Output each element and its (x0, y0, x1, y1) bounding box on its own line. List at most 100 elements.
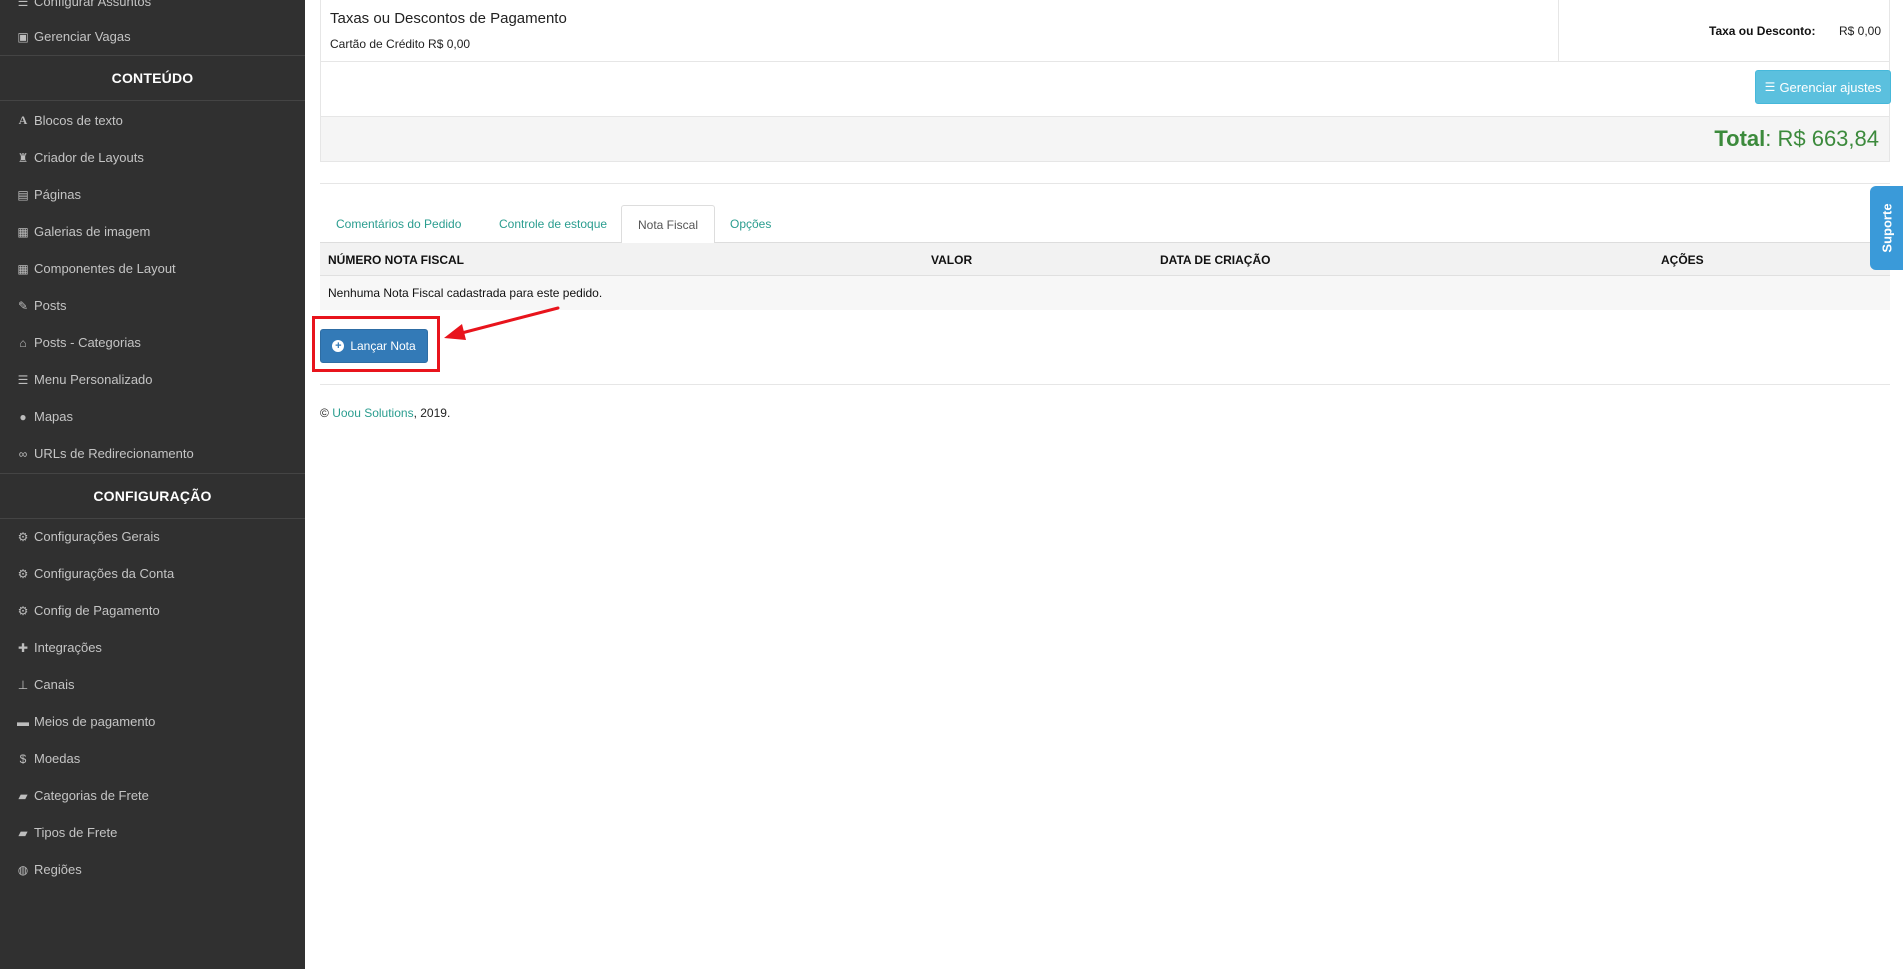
truck-icon: ▰ (18, 825, 28, 840)
globe-icon: ◍ (17, 862, 29, 877)
sidebar-item-label: Galerias de imagem (34, 224, 151, 239)
credit-card-icon: ▬ (17, 714, 29, 729)
pin-icon: ✎ (17, 298, 29, 313)
gear-icon: ⚙ (17, 603, 29, 618)
sidebar-item-label: Menu Personalizado (34, 372, 153, 387)
support-tab-label: Suporte (1879, 203, 1894, 253)
payment-fees-panel: Taxas ou Descontos de Pagamento Cartão d… (320, 0, 1890, 62)
launch-invoice-button[interactable]: + Lançar Nota (320, 329, 428, 363)
annotation-arrow-icon (444, 306, 560, 340)
payment-fees-subtitle: Cartão de Crédito R$ 0,00 (330, 37, 471, 51)
footer-year: , 2019. (413, 406, 451, 420)
sidebar-item-regioes[interactable]: ◍ Regiões (0, 851, 305, 888)
manage-adjustments-label: Gerenciar ajustes (1779, 79, 1882, 95)
invoice-table-header: NÚMERO NOTA FISCAL VALOR DATA DE CRIAÇÃO… (320, 243, 1890, 276)
footer: © Uoou Solutions, 2019. (320, 406, 450, 420)
payment-fees-info: Taxas ou Descontos de Pagamento Cartão d… (321, 0, 1559, 62)
sidebar-item-moedas[interactable]: $ Moedas (0, 740, 305, 777)
tab-nota-fiscal[interactable]: Nota Fiscal (621, 205, 716, 244)
chess-rook-icon: ♜ (17, 150, 29, 165)
film-icon: ▦ (17, 224, 29, 239)
sidebar-item-config-de-pagamento[interactable]: ⚙ Config de Pagamento (0, 592, 305, 629)
font-icon: A (18, 113, 28, 127)
sidebar-item-label: Gerenciar Vagas (34, 29, 131, 44)
gear-icon: ⚙ (17, 566, 29, 581)
support-tab[interactable]: Suporte (1870, 186, 1903, 270)
tab-opcoes[interactable]: Opções (714, 205, 787, 243)
dollar-icon: $ (19, 751, 27, 766)
sidebar-item-tipos-de-frete[interactable]: ▰ Tipos de Frete (0, 814, 305, 851)
puzzle-icon: ✚ (17, 640, 29, 655)
sidebar-item-posts[interactable]: ✎ Posts (0, 287, 305, 324)
manage-adjustments-button[interactable]: ☰ Gerenciar ajustes (1755, 70, 1891, 104)
sidebar-item-label: Regiões (34, 862, 82, 877)
sidebar-item-label: URLs de Redirecionamento (34, 446, 194, 461)
sidebar-item-integracoes[interactable]: ✚ Integrações (0, 629, 305, 666)
adjust-row: ☰ Gerenciar ajustes (320, 62, 1891, 116)
sidebar-item-label: Configurações Gerais (34, 529, 160, 544)
sidebar-item-configurar-assuntos[interactable]: ☰ Configurar Assuntos (0, 0, 305, 20)
sidebar: ☰ Configurar Assuntos ▣ Gerenciar Vagas … (0, 0, 305, 969)
sidebar-section-heading-configuracao: CONFIGURAÇÃO (0, 473, 305, 519)
truck-icon: ▰ (18, 788, 28, 803)
column-header-numero: NÚMERO NOTA FISCAL (328, 253, 464, 267)
order-tabs: Comentários do Pedido Controle de estoqu… (320, 205, 1890, 244)
sidebar-item-componentes-de-layout[interactable]: ▦ Componentes de Layout (0, 250, 305, 287)
launch-invoice-label: Lançar Nota (350, 339, 416, 353)
order-total: Total: R$ 663,84 (1714, 126, 1879, 152)
sidebar-item-configuracoes-gerais[interactable]: ⚙ Configurações Gerais (0, 518, 305, 555)
sidebar-item-categorias-de-frete[interactable]: ▰ Categorias de Frete (0, 777, 305, 814)
copyright-symbol: © (320, 406, 329, 420)
order-total-row: Total: R$ 663,84 (320, 116, 1890, 162)
gear-icon: ⚙ (17, 529, 29, 544)
order-total-value: : R$ 663,84 (1765, 126, 1879, 151)
tab-comentarios-do-pedido[interactable]: Comentários do Pedido (320, 205, 477, 243)
empty-table-message: Nenhuma Nota Fiscal cadastrada para este… (328, 286, 603, 300)
sidebar-item-label: Posts - Categorias (34, 335, 141, 350)
payment-fees-title: Taxas ou Descontos de Pagamento (330, 10, 567, 27)
home-icon: ⌂ (19, 335, 27, 350)
column-header-acoes: AÇÕES (1661, 253, 1704, 267)
sidebar-item-label: Categorias de Frete (34, 788, 149, 803)
sidebar-item-posts-categorias[interactable]: ⌂ Posts - Categorias (0, 324, 305, 361)
sidebar-item-label: Configurar Assuntos (34, 0, 152, 9)
sidebar-item-menu-personalizado[interactable]: ☰ Menu Personalizado (0, 361, 305, 398)
sidebar-item-label: Canais (34, 677, 75, 692)
sidebar-item-label: Meios de pagamento (34, 714, 156, 729)
main-content: Taxas ou Descontos de Pagamento Cartão d… (305, 0, 1903, 969)
sidebar-item-urls-de-redirecionamento[interactable]: ∞ URLs de Redirecionamento (0, 435, 305, 472)
file-icon: ▤ (17, 187, 29, 202)
sidebar-item-gerenciar-vagas[interactable]: ▣ Gerenciar Vagas (0, 18, 305, 55)
list-icon: ☰ (17, 372, 29, 387)
sidebar-item-mapas[interactable]: ● Mapas (0, 398, 305, 435)
sidebar-item-configuracoes-da-conta[interactable]: ⚙ Configurações da Conta (0, 555, 305, 592)
sidebar-item-blocos-de-texto[interactable]: A Blocos de texto (0, 102, 305, 139)
briefcase-icon: ▣ (17, 29, 29, 44)
divider (320, 384, 1890, 385)
list-icon: ☰ (17, 0, 29, 9)
order-total-label: Total (1714, 126, 1766, 151)
sidebar-item-label: Configurações da Conta (34, 566, 175, 581)
sidebar-item-label: Criador de Layouts (34, 150, 144, 165)
sidebar-item-label: Blocos de texto (34, 113, 123, 128)
column-header-data: DATA DE CRIAÇÃO (1160, 253, 1271, 267)
sidebar-item-canais[interactable]: ⊥ Canais (0, 666, 305, 703)
sidebar-section-heading-conteudo: CONTEÚDO (0, 55, 305, 101)
sidebar-item-meios-de-pagamento[interactable]: ▬ Meios de pagamento (0, 703, 305, 740)
invoice-table: NÚMERO NOTA FISCAL VALOR DATA DE CRIAÇÃO… (320, 243, 1890, 310)
company-link[interactable]: Uoou Solutions (332, 406, 413, 420)
tab-controle-de-estoque[interactable]: Controle de estoque (483, 205, 623, 243)
column-header-valor: VALOR (931, 253, 973, 267)
sidebar-item-label: Mapas (34, 409, 74, 424)
fee-discount-value: R$ 0,00 (1839, 24, 1882, 38)
sidebar-item-criador-de-layouts[interactable]: ♜ Criador de Layouts (0, 139, 305, 176)
plus-circle-icon: + (332, 340, 345, 352)
sidebar-item-label: Integrações (34, 640, 102, 655)
map-marker-icon: ● (19, 409, 27, 424)
sidebar-item-label: Componentes de Layout (34, 261, 176, 276)
sidebar-item-label: Páginas (34, 187, 81, 202)
fee-discount-label: Taxa ou Desconto: (1709, 24, 1816, 38)
sidebar-item-paginas[interactable]: ▤ Páginas (0, 176, 305, 213)
list-icon: ☰ (1764, 80, 1776, 94)
sidebar-item-galerias-de-imagem[interactable]: ▦ Galerias de imagem (0, 213, 305, 250)
